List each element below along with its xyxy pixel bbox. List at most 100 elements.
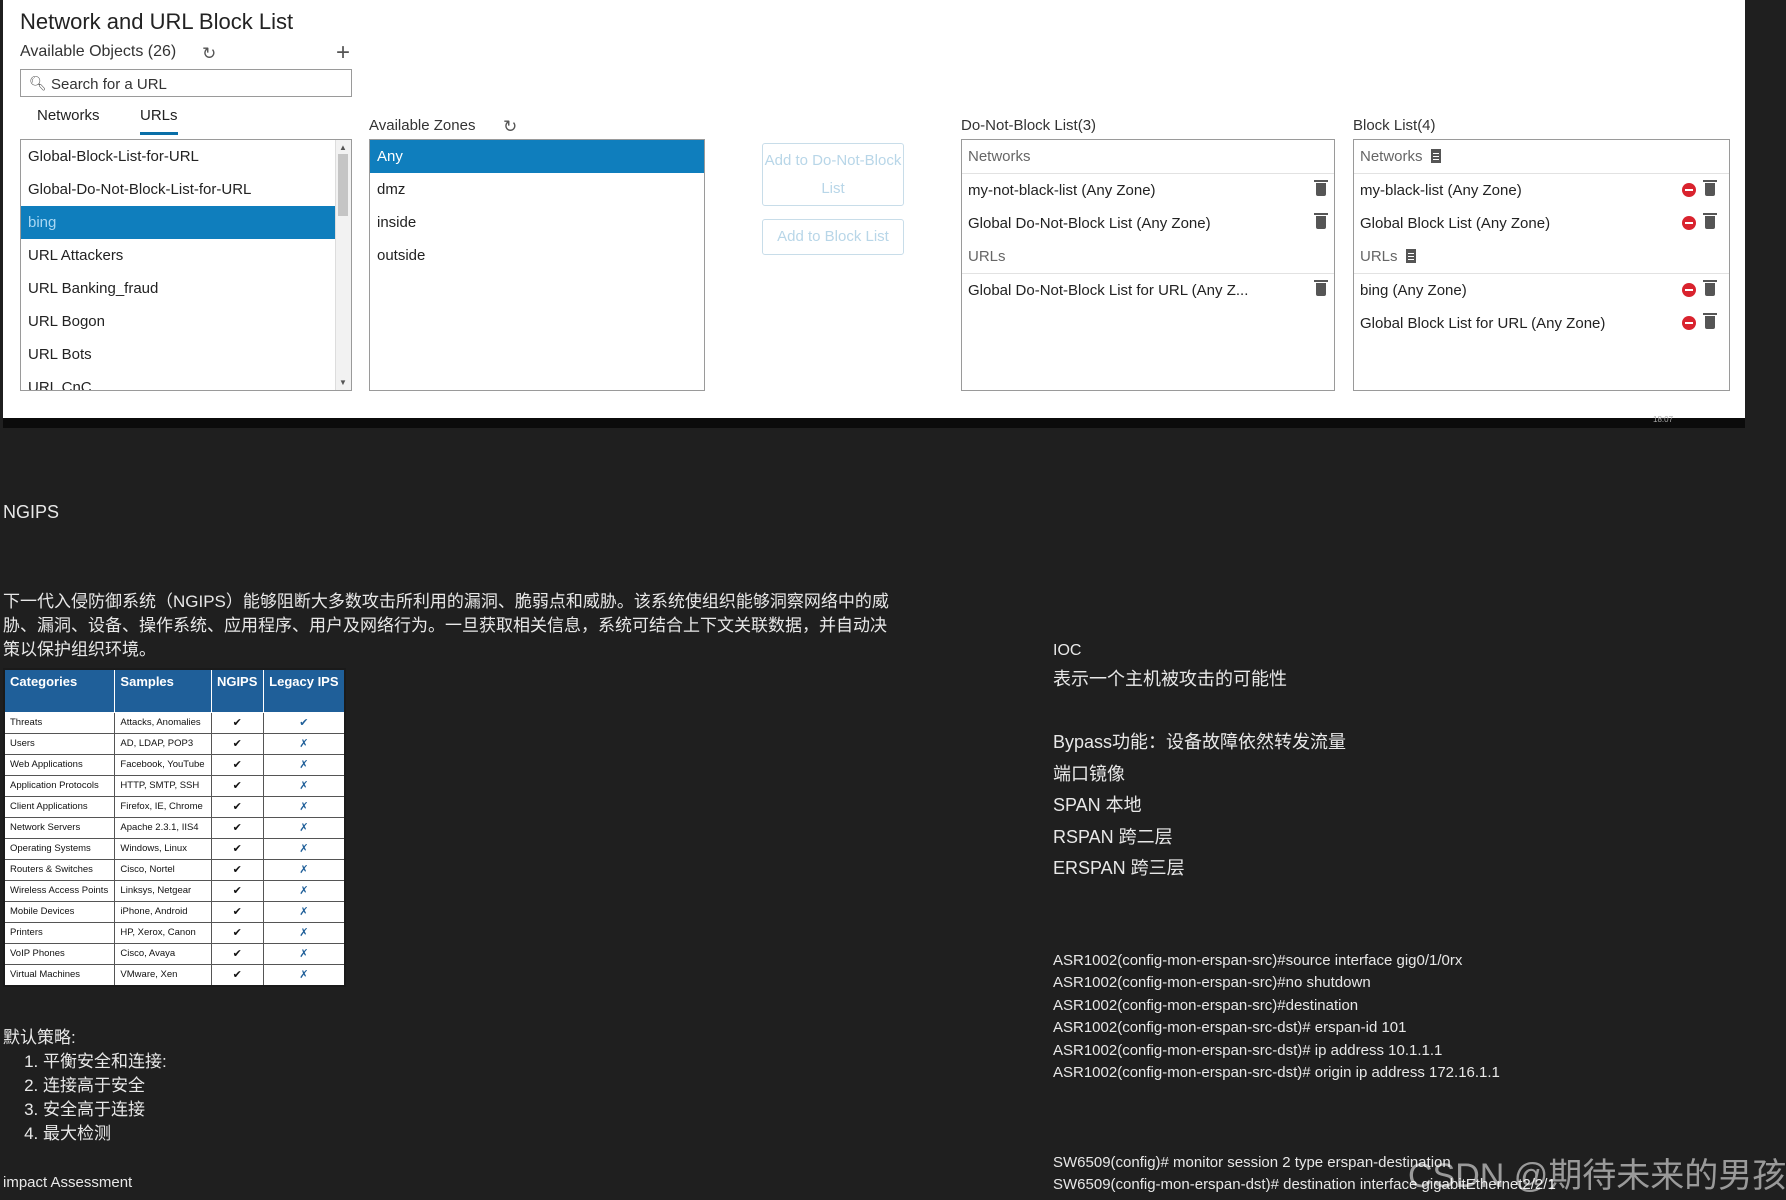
block-network-item: my-black-list (Any Zone) <box>1354 174 1729 207</box>
zone-list-item[interactable]: Any <box>370 140 704 173</box>
table-row: Operating Systems Windows, Linux ✔ ✗ <box>3 838 346 860</box>
trash-icon[interactable] <box>1314 280 1328 296</box>
ngips-heading: NGIPS <box>3 502 60 522</box>
code-line: ASR1002(config-mon-erspan-src)#destinati… <box>1053 996 1359 1014</box>
available-zones-list[interactable]: Any dmz inside outside <box>369 139 705 391</box>
object-list-item[interactable]: URL Banking_fraud <box>21 272 336 305</box>
object-list-item[interactable]: bing <box>21 206 336 239</box>
object-list-item[interactable]: URL Attackers <box>21 239 336 272</box>
table-cell-cat: Operating Systems <box>3 838 116 860</box>
add-to-block-button[interactable]: Add to Block List <box>762 219 904 255</box>
table-cell-sample: HP, Xerox, Canon <box>114 922 212 944</box>
table-row: VoIP Phones Cisco, Avaya ✔ ✗ <box>3 943 346 965</box>
scrollbar[interactable]: ▲ ▼ <box>335 140 351 390</box>
available-objects-list[interactable]: Global-Block-List-for-URL Global-Do-Not-B… <box>20 139 352 391</box>
do-not-block-url-item: Global Do-Not-Block List for URL (Any Z.… <box>962 274 1334 307</box>
table-cell-ngips: ✔ <box>210 922 264 944</box>
table-cell-legacy: ✗ <box>262 964 346 987</box>
table-cell-ngips: ✔ <box>210 775 264 797</box>
table-cell-sample: Cisco, Avaya <box>114 943 212 965</box>
ioc-label: IOC <box>1053 642 1082 659</box>
zone-list-item[interactable]: outside <box>370 239 704 272</box>
table-cell-ngips: ✔ <box>210 901 264 923</box>
object-list-item[interactable]: URL Bots <box>21 338 336 371</box>
object-list-item[interactable]: URL Bogon <box>21 305 336 338</box>
refresh-icon[interactable]: ↻ <box>202 44 216 64</box>
table-header-samples: Samples <box>114 668 212 713</box>
search-field[interactable]: 🔍︎ <box>20 69 352 97</box>
policy-item: 安全高于连接 <box>43 1098 167 1122</box>
trash-icon[interactable] <box>1314 180 1328 196</box>
table-cell-cat: VoIP Phones <box>3 943 116 965</box>
table-cell-legacy: ✗ <box>262 943 346 965</box>
code-line: ASR1002(config-mon-erspan-src)#no shutdo… <box>1053 974 1371 992</box>
remove-icon[interactable] <box>1682 283 1696 297</box>
table-cell-legacy: ✗ <box>262 901 346 923</box>
document-icon[interactable] <box>1430 149 1441 163</box>
watermark: CSDN @期待未来的男孩 <box>1408 1157 1786 1195</box>
table-row: Routers & Switches Cisco, Nortel ✔ ✗ <box>3 859 346 881</box>
table-cell-ngips: ✔ <box>210 859 264 881</box>
table-cell-sample: Facebook, YouTube <box>114 754 212 776</box>
document-icon[interactable] <box>1405 249 1416 263</box>
trash-icon[interactable] <box>1703 280 1717 296</box>
table-cell-sample: Linksys, Netgear <box>114 880 212 902</box>
object-list-item[interactable]: URL CnC <box>21 371 336 390</box>
table-cell-sample: iPhone, Android <box>114 901 212 923</box>
note-line: SPAN 本地 <box>1053 795 1142 815</box>
trash-icon[interactable] <box>1703 213 1717 229</box>
do-not-block-urls-header: URLs <box>962 240 1334 274</box>
table-cell-cat: Web Applications <box>3 754 116 776</box>
remove-icon[interactable] <box>1682 183 1696 197</box>
do-not-block-list: Networks my-not-black-list (Any Zone) Gl… <box>961 139 1335 391</box>
scroll-up-icon[interactable]: ▲ <box>339 143 347 152</box>
impact-assessment-label: impact Assessment <box>3 1174 133 1191</box>
table-cell-sample: Apache 2.3.1, IIS4 <box>114 817 212 839</box>
table-cell-ngips: ✔ <box>210 838 264 860</box>
search-input[interactable] <box>49 73 349 95</box>
table-cell-ngips: ✔ <box>210 754 264 776</box>
taskbar-clock: 18:07 <box>1653 415 1674 424</box>
zones-refresh-icon[interactable]: ↻ <box>503 117 517 137</box>
table-cell-ngips: ✔ <box>210 880 264 902</box>
trash-icon[interactable] <box>1703 313 1717 329</box>
erspan-source-config: ASR1002(config-mon-erspan-src)#source in… <box>1053 950 1500 1084</box>
tab-urls[interactable]: URLs <box>140 107 178 135</box>
table-header-ngips: NGIPS <box>210 668 264 713</box>
policy-item: 连接高于安全 <box>43 1074 167 1098</box>
taskbar: 18:07 <box>3 415 1745 428</box>
tab-networks[interactable]: Networks <box>37 107 100 132</box>
add-to-do-not-block-button[interactable]: Add to Do-Not-Block List <box>762 143 904 206</box>
remove-icon[interactable] <box>1682 216 1696 230</box>
scroll-thumb[interactable] <box>338 154 348 216</box>
table-cell-sample: Cisco, Nortel <box>114 859 212 881</box>
note-line: 表示一个主机被攻击的可能性 <box>1053 669 1287 689</box>
do-not-block-network-item: Global Do-Not-Block List (Any Zone) <box>962 207 1334 240</box>
code-line: ASR1002(config-mon-erspan-src-dst)# ip a… <box>1053 1041 1443 1059</box>
table-header-legacy-ips: Legacy IPS <box>262 668 346 713</box>
block-list: Networks my-black-list (Any Zone) Global… <box>1353 139 1730 391</box>
table-cell-legacy: ✗ <box>262 880 346 902</box>
trash-icon[interactable] <box>1314 213 1328 229</box>
notes-list: 表示一个主机被攻击的可能性 Bypass功能：设备故障依然转发流量 端口镜像 SPAN… <box>1053 664 1346 885</box>
table-cell-ngips: ✔ <box>210 943 264 965</box>
dialog-title: Network and URL Block List <box>20 9 294 34</box>
object-list-item[interactable]: Global-Do-Not-Block-List-for-URL <box>21 173 336 206</box>
zone-list-item[interactable]: dmz <box>370 173 704 206</box>
table-cell-cat: Users <box>3 733 116 755</box>
zone-list-item[interactable]: inside <box>370 206 704 239</box>
remove-icon[interactable] <box>1682 316 1696 330</box>
ngips-comparison-table: Categories Samples NGIPS Legacy IPS Thre… <box>3 668 346 987</box>
table-row: Virtual Machines VMware, Xen ✔ ✗ <box>3 964 346 987</box>
scroll-down-icon[interactable]: ▼ <box>339 378 347 387</box>
table-cell-cat: Threats <box>3 712 116 734</box>
note-line: RSPAN 跨二层 <box>1053 826 1173 847</box>
available-zones-label: Available Zones <box>369 117 476 134</box>
object-list-item[interactable]: Global-Block-List-for-URL <box>21 140 336 173</box>
do-not-block-title: Do-Not-Block List(3) <box>961 117 1097 134</box>
table-cell-cat: Virtual Machines <box>3 964 116 987</box>
trash-icon[interactable] <box>1703 180 1717 196</box>
default-policy-title: 默认策略: <box>3 1028 76 1047</box>
add-icon[interactable]: + <box>336 41 350 65</box>
note-line: ERSPAN 跨三层 <box>1053 858 1185 878</box>
